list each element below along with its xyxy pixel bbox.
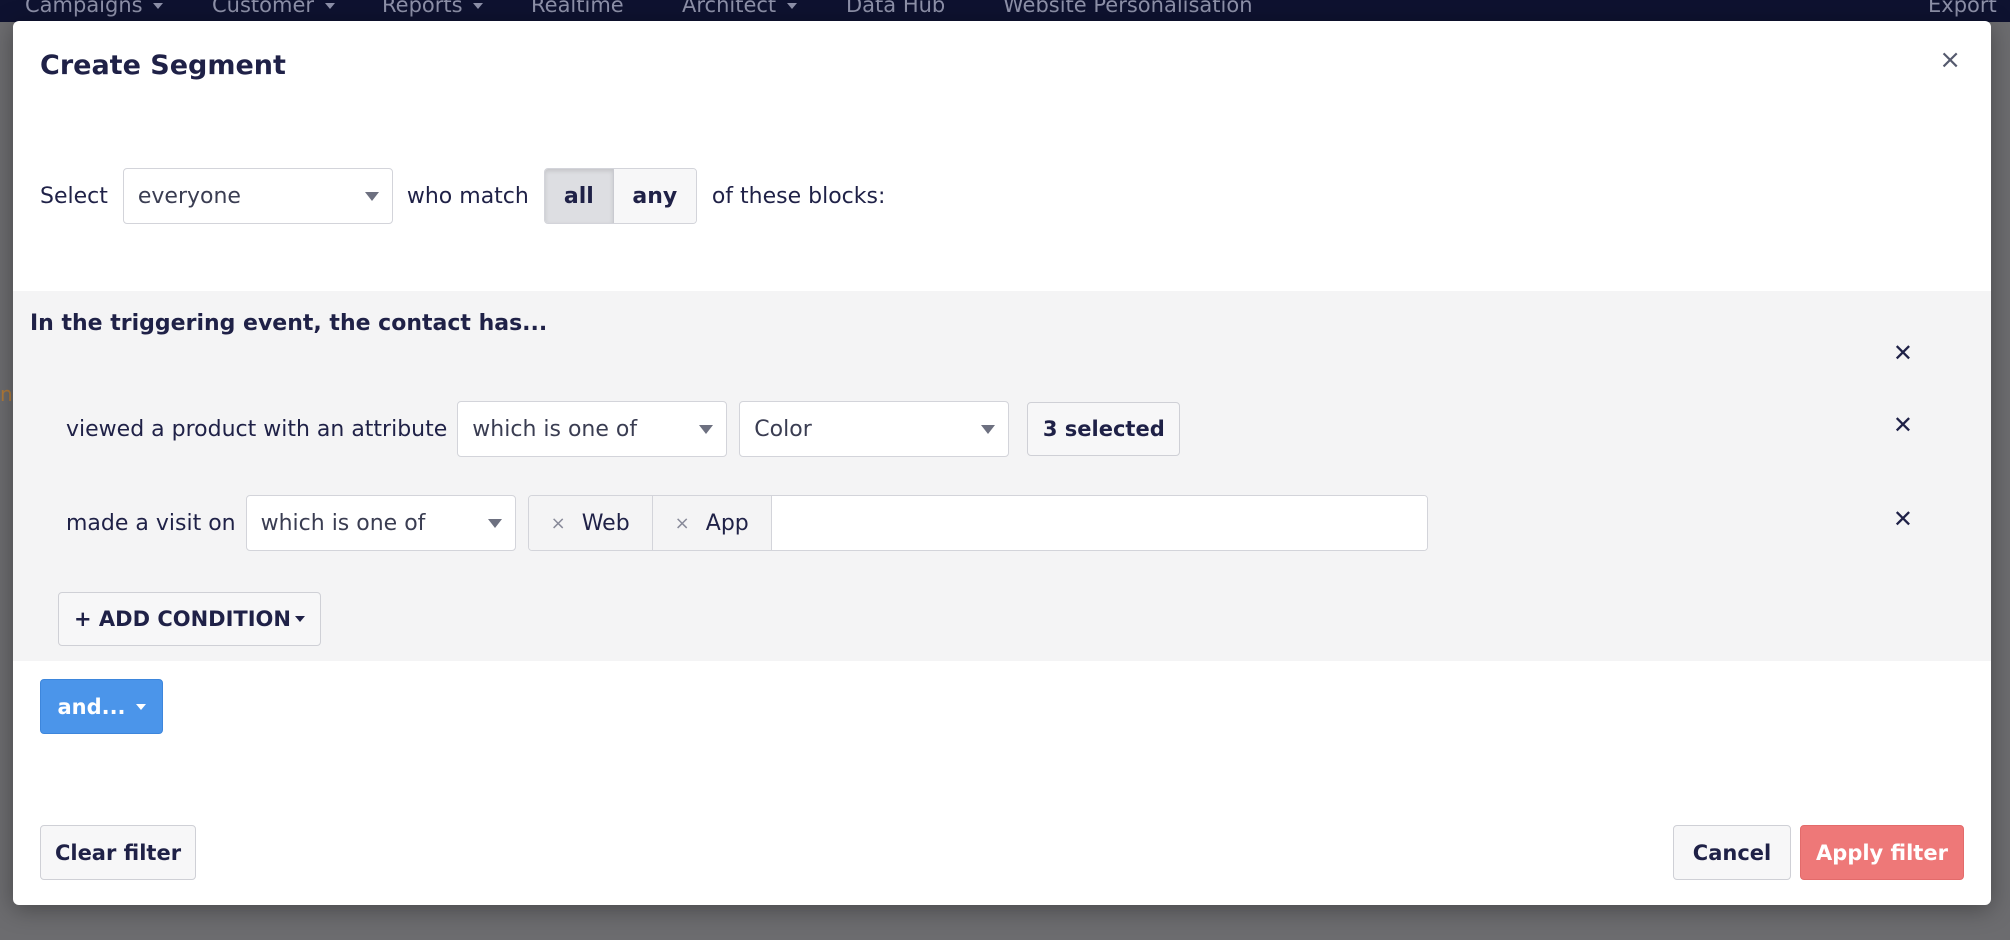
nav-item-website-personalisation[interactable]: Website Personalisation	[1003, 0, 1253, 17]
nav-item-export[interactable]: Export	[1928, 0, 1997, 17]
operator-dropdown[interactable]: which is one of	[457, 401, 728, 457]
modal-title: Create Segment	[40, 50, 286, 81]
add-condition-label: + ADD CONDITION	[74, 607, 291, 631]
match-all-button[interactable]: all	[544, 169, 614, 223]
values-selected-button[interactable]: 3 selected	[1027, 402, 1181, 456]
and-label: and...	[57, 694, 126, 719]
remove-block-icon[interactable]: ✕	[1893, 341, 1913, 365]
tag-label: Web	[581, 510, 630, 536]
chevron-down-icon	[294, 616, 305, 622]
condition-row-visit: made a visit on which is one of × Web × …	[66, 495, 1428, 551]
condition-label: viewed a product with an attribute	[66, 416, 448, 442]
operator-value: which is one of	[260, 510, 426, 536]
nav-item-campaigns[interactable]: Campaigns	[25, 0, 164, 17]
apply-filter-button[interactable]: Apply filter	[1800, 825, 1964, 880]
background-fragment: n	[0, 382, 13, 406]
attribute-dropdown[interactable]: Color	[739, 401, 1010, 457]
close-icon[interactable]: ×	[1939, 47, 1961, 73]
caret-down-icon	[364, 192, 379, 201]
clear-filter-button[interactable]: Clear filter	[40, 825, 196, 880]
block-title: In the triggering event, the contact has…	[30, 311, 548, 336]
tag-label: App	[705, 510, 749, 536]
remove-condition-icon[interactable]: ✕	[1893, 413, 1913, 437]
tag-web: × Web	[528, 496, 653, 550]
match-label: who match	[406, 183, 529, 209]
remove-tag-icon[interactable]: ×	[675, 513, 690, 534]
nav-item-architect[interactable]: Architect	[682, 0, 797, 17]
match-any-button[interactable]: any	[613, 169, 696, 223]
nav-item-customer[interactable]: Customer	[212, 0, 335, 17]
remove-condition-icon[interactable]: ✕	[1893, 507, 1913, 531]
tag-search-input[interactable]	[771, 496, 1427, 550]
create-segment-modal: Create Segment × Select everyone who mat…	[13, 21, 1991, 905]
nav-item-reports[interactable]: Reports	[382, 0, 484, 17]
nav-item-data-hub[interactable]: Data Hub	[846, 0, 945, 17]
attribute-value: Color	[754, 416, 812, 442]
cancel-button[interactable]: Cancel	[1673, 825, 1791, 880]
select-label: Select	[40, 183, 108, 209]
background-navbar: Campaigns Customer Reports Realtime Arch…	[0, 0, 2010, 22]
nav-item-realtime[interactable]: Realtime	[531, 0, 624, 17]
tag-app: × App	[652, 496, 772, 550]
remove-tag-icon[interactable]: ×	[551, 513, 566, 534]
add-condition-button[interactable]: + ADD CONDITION	[58, 592, 321, 646]
audience-dropdown[interactable]: everyone	[122, 168, 393, 224]
segment-definition-row: Select everyone who match all any of the…	[40, 168, 885, 224]
condition-block: In the triggering event, the contact has…	[13, 291, 1991, 661]
caret-down-icon	[487, 519, 502, 528]
operator-dropdown[interactable]: which is one of	[245, 495, 516, 551]
audience-value: everyone	[137, 183, 241, 209]
blocks-label: of these blocks:	[711, 183, 886, 209]
match-toggle: all any	[543, 168, 697, 224]
condition-row-product-attribute: viewed a product with an attribute which…	[66, 401, 1181, 457]
chevron-down-icon	[135, 703, 146, 710]
caret-down-icon	[981, 425, 996, 434]
and-block-button[interactable]: and...	[40, 679, 163, 734]
platform-tag-input[interactable]: × Web × App	[527, 495, 1428, 551]
caret-down-icon	[699, 425, 714, 434]
operator-value: which is one of	[472, 416, 638, 442]
condition-label: made a visit on	[66, 510, 236, 536]
